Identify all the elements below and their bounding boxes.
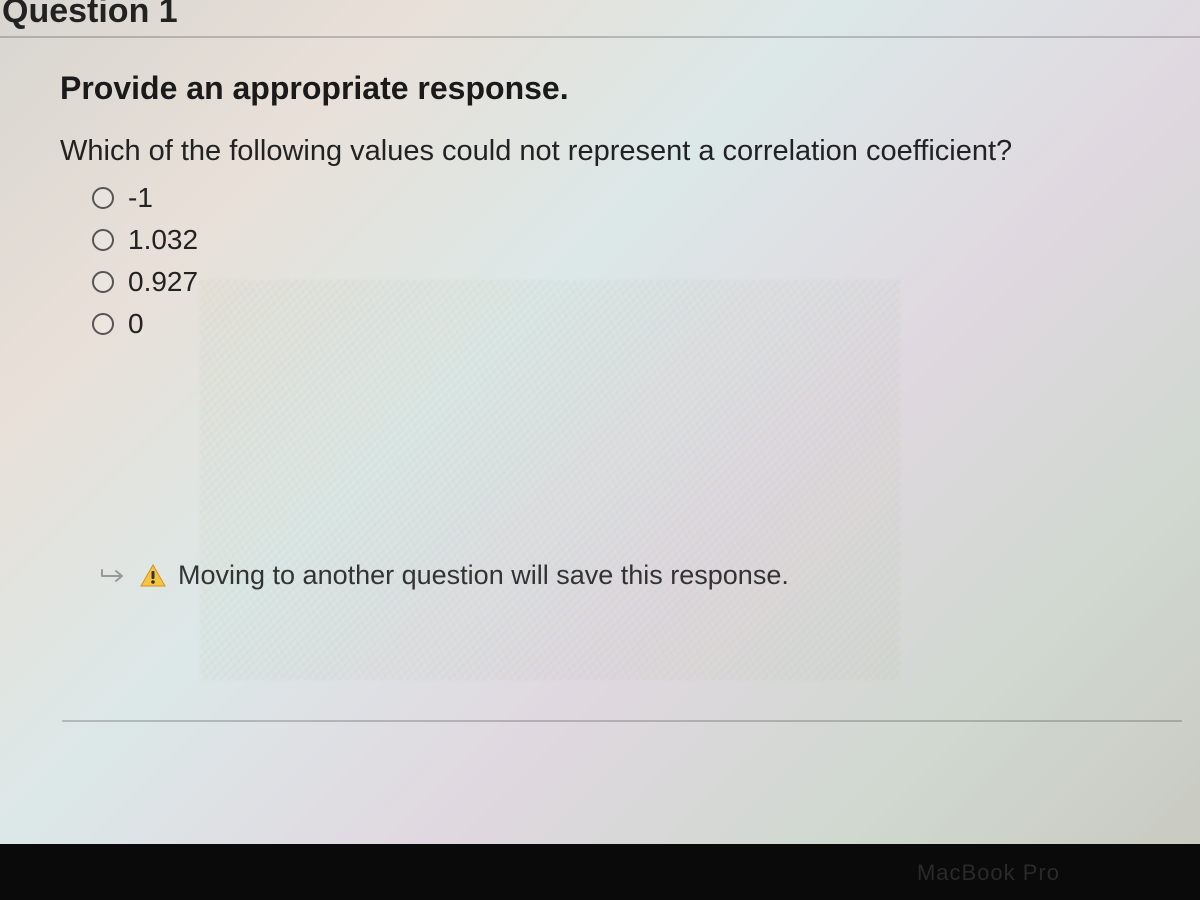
option-label: 0: [128, 308, 144, 340]
answer-option-2[interactable]: 0.927: [92, 266, 1160, 298]
option-label: 0.927: [128, 266, 198, 298]
prompt-heading: Provide an appropriate response.: [60, 70, 1160, 107]
warning-triangle-icon: [140, 563, 166, 589]
answer-option-3[interactable]: 0: [92, 308, 1160, 340]
option-label: -1: [128, 182, 153, 214]
option-label: 1.032: [128, 224, 198, 256]
warning-text: Moving to another question will save thi…: [178, 560, 789, 591]
device-label: MacBook Pro: [917, 860, 1060, 886]
radio-icon: [92, 187, 114, 209]
arrow-right-icon: [100, 566, 128, 586]
radio-icon: [92, 271, 114, 293]
radio-icon: [92, 313, 114, 335]
answer-options-list: -1 1.032 0.927 0: [92, 182, 1160, 340]
header-divider: [0, 36, 1200, 38]
question-content: Provide an appropriate response. Which o…: [60, 70, 1160, 350]
answer-option-0[interactable]: -1: [92, 182, 1160, 214]
question-number-header: Question 1: [0, 0, 178, 31]
question-text: Which of the following values could not …: [60, 135, 1160, 168]
navigation-warning: Moving to another question will save thi…: [100, 560, 789, 591]
content-bottom-border: [62, 720, 1182, 722]
answer-option-1[interactable]: 1.032: [92, 224, 1160, 256]
radio-icon: [92, 229, 114, 251]
